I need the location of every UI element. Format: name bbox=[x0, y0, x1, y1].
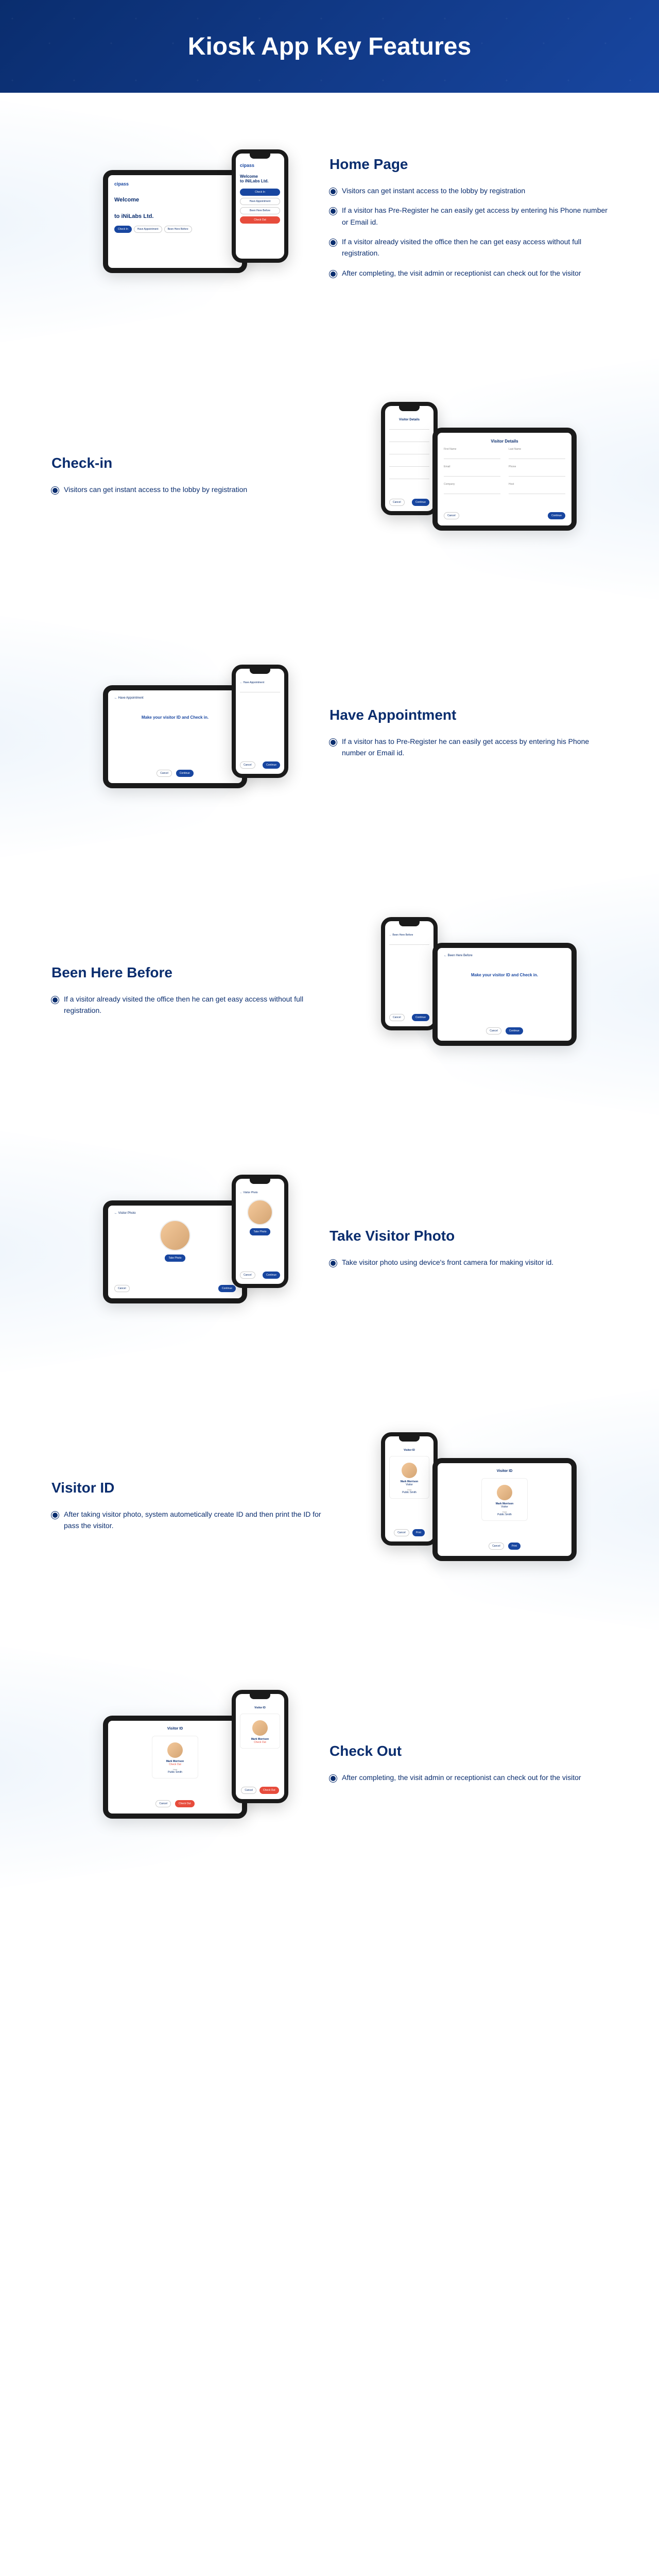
photo-preview bbox=[247, 1199, 273, 1225]
content-been-here: Been Here Before If a visitor already vi… bbox=[51, 964, 330, 1025]
phone-mockup: ← Have Appointment CancelContinue bbox=[232, 665, 288, 778]
section-checkout: Visitor ID Mark Morrison Check Out Host … bbox=[0, 1638, 659, 1896]
bullet-item: After taking visitor photo, system autom… bbox=[51, 1509, 330, 1532]
bullet-list: Take visitor photo using device's front … bbox=[330, 1257, 608, 1268]
bullet-item: Take visitor photo using device's front … bbox=[330, 1257, 608, 1268]
phone-mockup: ← Visitor Photo Take Photo CancelContinu… bbox=[232, 1175, 288, 1288]
content-checkout: Check Out After completing, the visit ad… bbox=[330, 1743, 608, 1791]
been-here-button: Been Here Before bbox=[164, 226, 192, 233]
bullet-item: If a visitor has Pre-Register he can eas… bbox=[330, 205, 608, 228]
company-text: to iNiLabs Ltd. bbox=[114, 213, 236, 219]
bullet-list: Visitors can get instant access to the l… bbox=[51, 484, 330, 495]
bullet-item: If a visitor already visited the office … bbox=[330, 236, 608, 259]
bullet-item: Visitors can get instant access to the l… bbox=[51, 484, 330, 495]
section-title: Been Here Before bbox=[51, 964, 330, 981]
tablet-mockup: Visitor ID Mark Morrison Check Out Host … bbox=[103, 1716, 247, 1819]
phone-mockup: Visitor ID Mark Morrison Visitor Host Pu… bbox=[381, 1432, 438, 1546]
section-been-here: ← Been Here Before CancelContinue ← Been… bbox=[0, 866, 659, 1123]
bullet-item: If a visitor has to Pre-Register he can … bbox=[330, 736, 608, 759]
appointment-button: Have Appointment bbox=[134, 226, 162, 233]
logo: cipass bbox=[114, 181, 129, 187]
mockup-been-here: ← Been Here Before CancelContinue ← Been… bbox=[360, 912, 608, 1077]
mockup-visitor-id: Visitor ID Mark Morrison Visitor Host Pu… bbox=[360, 1427, 608, 1592]
bullet-item: After completing, the visit admin or rec… bbox=[330, 1772, 608, 1783]
hero-banner: Kiosk App Key Features bbox=[0, 0, 659, 93]
mockup-checkin: Visitor Details CancelContinue Visitor D… bbox=[360, 397, 608, 562]
section-photo: ← Visitor Photo Take Photo CancelContinu… bbox=[0, 1123, 659, 1381]
bullet-list: After completing, the visit admin or rec… bbox=[330, 1772, 608, 1783]
mockup-photo: ← Visitor Photo Take Photo CancelContinu… bbox=[51, 1170, 299, 1334]
tablet-mockup: Visitor ID Mark Morrison Visitor Host Pu… bbox=[432, 1458, 577, 1561]
content-photo: Take Visitor Photo Take visitor photo us… bbox=[330, 1228, 608, 1276]
section-visitor-id: Visitor ID Mark Morrison Visitor Host Pu… bbox=[0, 1381, 659, 1638]
phone-mockup: cipass Welcome to iNiLabs Ltd. Check In … bbox=[232, 149, 288, 263]
bullet-item: Visitors can get instant access to the l… bbox=[330, 185, 608, 196]
bullet-item: If a visitor already visited the office … bbox=[51, 993, 330, 1016]
phone-mockup: Visitor ID Mark Morrison Check Out Cance… bbox=[232, 1690, 288, 1803]
tablet-mockup: ← Have Appointment Make your visitor ID … bbox=[103, 685, 247, 788]
section-title: Check Out bbox=[330, 1743, 608, 1759]
content-appointment: Have Appointment If a visitor has to Pre… bbox=[330, 707, 608, 767]
section-title: Take Visitor Photo bbox=[330, 1228, 608, 1244]
tablet-mockup: ← Visitor Photo Take Photo CancelContinu… bbox=[103, 1200, 247, 1303]
section-home-page: cipass ≡ Welcome to iNiLabs Ltd. Check I… bbox=[0, 93, 659, 350]
mockup-home: cipass ≡ Welcome to iNiLabs Ltd. Check I… bbox=[51, 139, 299, 304]
bullet-list: Visitors can get instant access to the l… bbox=[330, 185, 608, 279]
mockup-appointment: ← Have Appointment Make your visitor ID … bbox=[51, 654, 299, 819]
content-checkin: Check-in Visitors can get instant access… bbox=[51, 455, 330, 503]
section-title: Check-in bbox=[51, 455, 330, 471]
section-appointment: ← Have Appointment Make your visitor ID … bbox=[0, 608, 659, 866]
tablet-mockup: cipass ≡ Welcome to iNiLabs Ltd. Check I… bbox=[103, 170, 247, 273]
tablet-mockup: Visitor Details First Name Last Name Ema… bbox=[432, 428, 577, 531]
phone-mockup: ← Been Here Before CancelContinue bbox=[381, 917, 438, 1030]
bullet-item: After completing, the visit admin or rec… bbox=[330, 267, 608, 279]
phone-mockup: Visitor Details CancelContinue bbox=[381, 402, 438, 515]
mockup-checkout: Visitor ID Mark Morrison Check Out Host … bbox=[51, 1685, 299, 1850]
content-home: Home Page Visitors can get instant acces… bbox=[330, 156, 608, 287]
content-visitor-id: Visitor ID After taking visitor photo, s… bbox=[51, 1480, 330, 1540]
section-title: Visitor ID bbox=[51, 1480, 330, 1496]
hero-title: Kiosk App Key Features bbox=[188, 32, 471, 61]
bullet-list: If a visitor already visited the office … bbox=[51, 993, 330, 1016]
checkin-button: Check In bbox=[114, 226, 132, 233]
welcome-text: Welcome bbox=[114, 197, 236, 203]
tablet-mockup: ← Been Here Before Make your visitor ID … bbox=[432, 943, 577, 1046]
bullet-list: If a visitor has to Pre-Register he can … bbox=[330, 736, 608, 759]
section-title: Home Page bbox=[330, 156, 608, 173]
photo-preview bbox=[160, 1220, 190, 1251]
bullet-list: After taking visitor photo, system autom… bbox=[51, 1509, 330, 1532]
section-checkin: Visitor Details CancelContinue Visitor D… bbox=[0, 350, 659, 608]
section-title: Have Appointment bbox=[330, 707, 608, 723]
